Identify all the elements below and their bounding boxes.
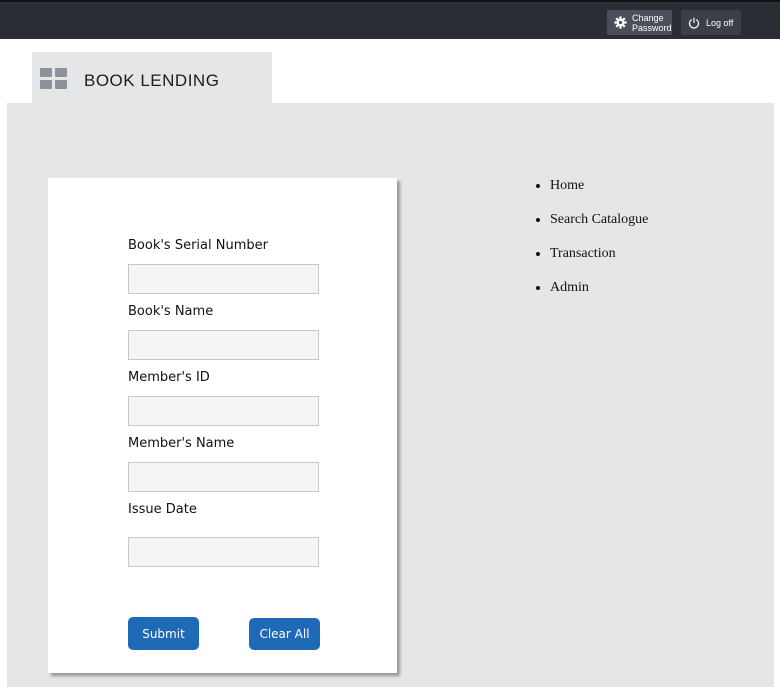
top-bar: Change Password Log off xyxy=(0,0,780,39)
nav-item-transaction[interactable]: Transaction xyxy=(550,246,648,280)
main-panel: Book's Serial Number Book's Name Member'… xyxy=(7,103,774,687)
lending-form: Book's Serial Number Book's Name Member'… xyxy=(48,178,397,673)
clear-all-button[interactable]: Clear All xyxy=(249,618,320,650)
change-password-button[interactable]: Change Password xyxy=(607,10,672,35)
logoff-label: Log off xyxy=(706,17,734,28)
change-password-label: Change Password xyxy=(632,12,672,33)
issue-date-label: Issue Date xyxy=(128,502,197,517)
serial-number-input[interactable] xyxy=(128,264,319,294)
member-name-label: Member's Name xyxy=(128,436,235,451)
member-id-label: Member's ID xyxy=(128,370,210,385)
page-title: BOOK LENDING xyxy=(84,71,220,90)
book-name-label: Book's Name xyxy=(128,304,214,319)
issue-date-input[interactable] xyxy=(128,537,319,567)
submit-button[interactable]: Submit xyxy=(128,617,199,650)
member-id-input[interactable] xyxy=(128,396,319,426)
side-navigation: Home Search Catalogue Transaction Admin xyxy=(536,178,648,314)
logoff-button[interactable]: Log off xyxy=(681,10,741,35)
nav-item-home[interactable]: Home xyxy=(550,178,648,212)
power-icon xyxy=(685,17,703,29)
book-name-input[interactable] xyxy=(128,330,319,360)
app-header-tab: BOOK LENDING xyxy=(32,52,272,104)
gear-icon xyxy=(611,16,629,29)
grid-icon xyxy=(40,68,68,89)
nav-item-admin[interactable]: Admin xyxy=(550,280,648,314)
member-name-input[interactable] xyxy=(128,462,319,492)
serial-number-label: Book's Serial Number xyxy=(128,238,268,253)
nav-item-search-catalogue[interactable]: Search Catalogue xyxy=(550,212,648,246)
